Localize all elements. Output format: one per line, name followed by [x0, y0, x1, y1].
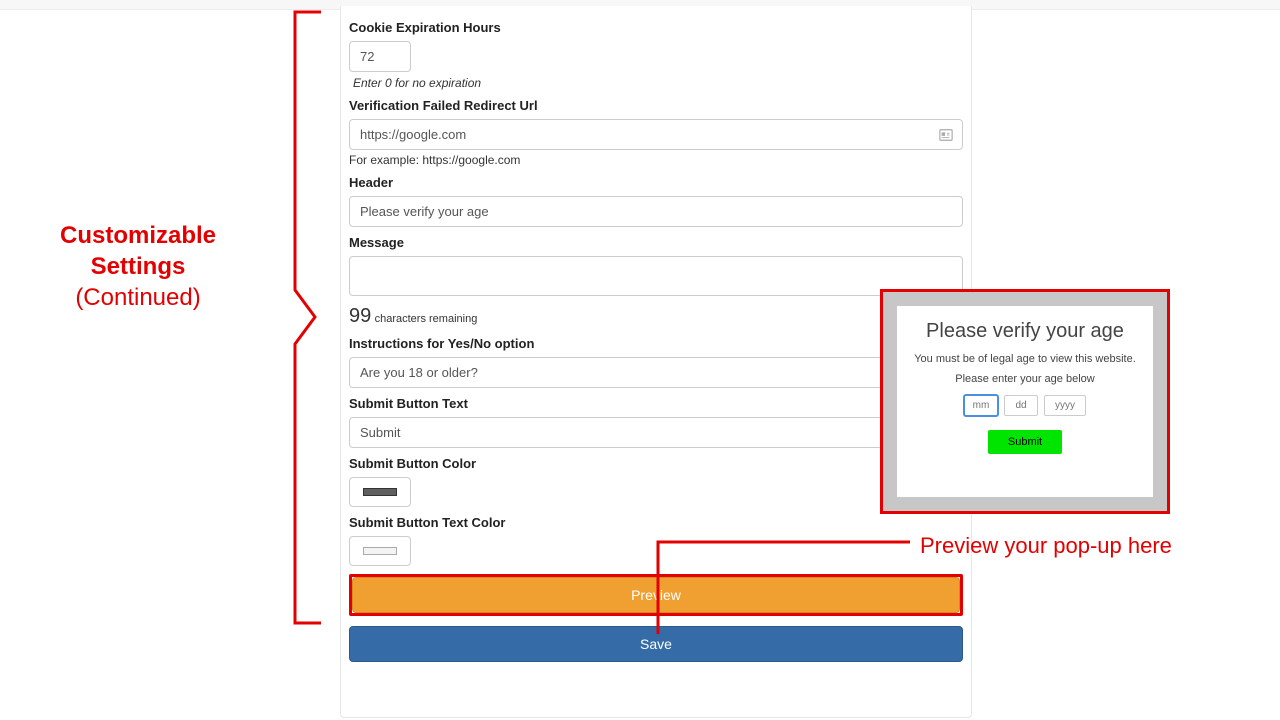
cookie-expiration-field: Cookie Expiration Hours Enter 0 for no e…: [349, 20, 963, 90]
submit-text-color-input[interactable]: [349, 536, 411, 566]
submit-text-color-field: Submit Button Text Color: [349, 515, 963, 566]
redirect-url-field: Verification Failed Redirect Url For exa…: [349, 98, 963, 167]
annotation-line2: Settings: [60, 251, 216, 282]
popup-preview: Please verify your age You must be of le…: [880, 289, 1170, 514]
cookie-expiration-label: Cookie Expiration Hours: [349, 20, 963, 35]
preview-button-highlight: Preview: [349, 574, 963, 616]
annotation-line3: (Continued): [60, 282, 216, 313]
contact-card-icon: [939, 128, 953, 142]
annotation-line1: Customizable: [60, 220, 216, 251]
popup-submit-button[interactable]: Submit: [988, 430, 1062, 454]
save-button[interactable]: Save: [349, 626, 963, 662]
redirect-url-help: For example: https://google.com: [349, 153, 963, 167]
month-input[interactable]: [964, 395, 998, 416]
instructions-label: Instructions for Yes/No option: [349, 336, 963, 351]
instructions-input[interactable]: [349, 357, 963, 388]
submit-text-input[interactable]: [349, 417, 963, 448]
settings-panel: Cookie Expiration Hours Enter 0 for no e…: [340, 6, 972, 718]
popup-message: You must be of legal age to view this we…: [907, 353, 1143, 365]
date-input-row: [907, 395, 1143, 416]
color-swatch-dark: [363, 488, 397, 496]
submit-text-color-label: Submit Button Text Color: [349, 515, 963, 530]
year-input[interactable]: [1044, 395, 1086, 416]
day-input[interactable]: [1004, 395, 1038, 416]
chars-remaining: 99 characters remaining: [349, 305, 963, 328]
submit-text-field: Submit Button Text: [349, 396, 963, 448]
submit-color-label: Submit Button Color: [349, 456, 963, 471]
submit-text-label: Submit Button Text: [349, 396, 963, 411]
color-swatch-light: [363, 547, 397, 555]
bracket-annotation: [293, 10, 323, 625]
submit-color-field: Submit Button Color: [349, 456, 963, 507]
submit-color-input[interactable]: [349, 477, 411, 507]
header-input[interactable]: [349, 196, 963, 227]
preview-annotation: Preview your pop-up here: [920, 533, 1172, 559]
redirect-url-label: Verification Failed Redirect Url: [349, 98, 963, 113]
header-field: Header: [349, 175, 963, 227]
message-input[interactable]: [349, 256, 963, 296]
message-field: Message 99 characters remaining: [349, 235, 963, 328]
cookie-expiration-input[interactable]: [349, 41, 411, 72]
customizable-settings-annotation: Customizable Settings (Continued): [60, 220, 216, 314]
instructions-field: Instructions for Yes/No option: [349, 336, 963, 388]
popup-inner: Please verify your age You must be of le…: [897, 306, 1153, 497]
popup-instructions: Please enter your age below: [907, 373, 1143, 385]
message-label: Message: [349, 235, 963, 250]
popup-title: Please verify your age: [907, 320, 1143, 343]
redirect-url-input[interactable]: [349, 119, 963, 150]
header-label: Header: [349, 175, 963, 190]
cookie-expiration-help: Enter 0 for no expiration: [353, 76, 963, 90]
preview-button[interactable]: Preview: [352, 577, 960, 613]
